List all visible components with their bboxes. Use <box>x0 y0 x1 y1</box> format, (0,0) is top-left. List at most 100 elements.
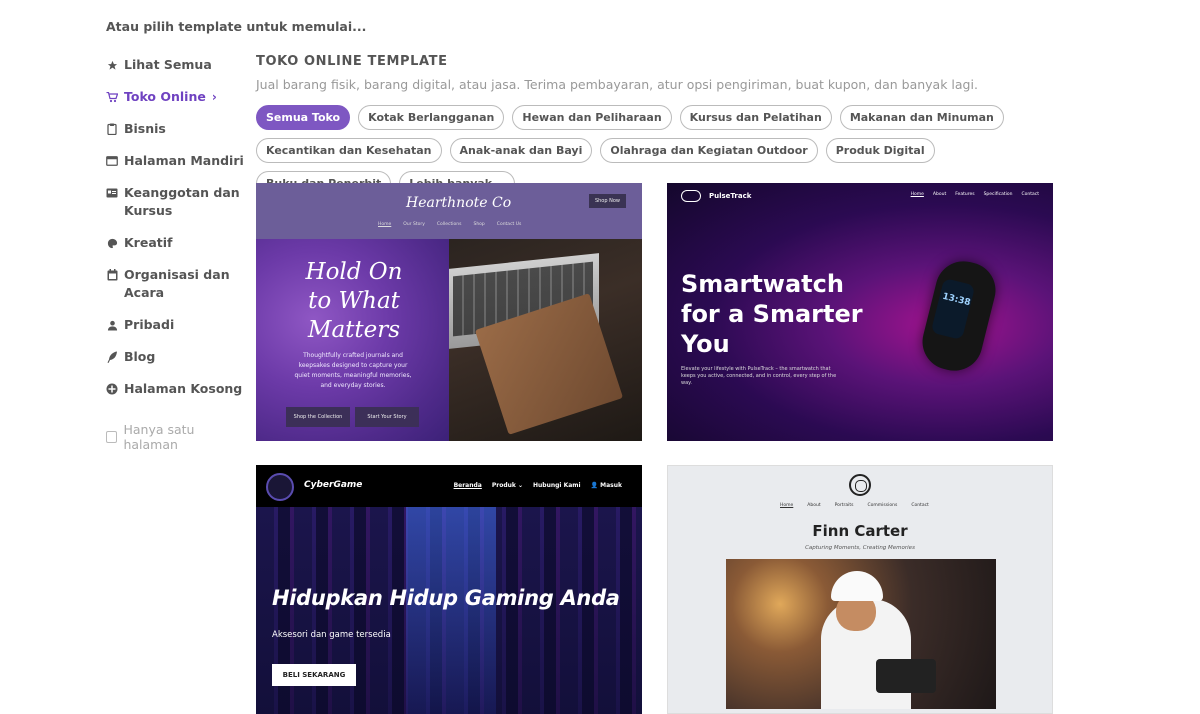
preview-brand: PulseTrack <box>709 192 752 200</box>
sidebar-item-label: Toko Online <box>124 89 206 104</box>
sidebar-item-blog[interactable]: Blog <box>106 348 246 366</box>
preview-hero-title: Hidupkan Hidup Gaming Anda <box>272 586 620 610</box>
preview-brand: CyberGame <box>304 480 363 490</box>
sidebar-item-label: Halaman Kosong <box>124 381 243 396</box>
preview-neon-glow <box>406 507 496 714</box>
calendar-icon <box>106 266 118 284</box>
chip-kursus-dan-pelatihan[interactable]: Kursus dan Pelatihan <box>679 105 832 130</box>
section-description: Jual barang fisik, barang digital, atau … <box>256 77 978 92</box>
template-card-hearthnote[interactable]: Hearthnote Co Shop Now Home Our Story Co… <box>256 183 642 441</box>
pulse-logo-icon <box>681 190 701 202</box>
camera-aperture-icon <box>849 474 871 496</box>
preview-nav-link: About <box>807 503 821 508</box>
template-card-cybergame[interactable]: CyberGame Beranda Produk ⌄ Hubungi Kami … <box>256 465 642 714</box>
preview-shop-collection-button: Shop the Collection <box>286 407 350 427</box>
preview-nav-link: Contact Us <box>496 222 522 227</box>
chip-makanan-dan-minuman[interactable]: Makanan dan Minuman <box>839 105 1004 130</box>
preview-hero-desc: Elevate your lifestyle with PulseTrack –… <box>681 366 837 386</box>
chip-kotak-berlangganan[interactable]: Kotak Berlangganan <box>358 105 505 130</box>
sidebar-item-label: Keanggotan dan Kursus <box>124 185 240 218</box>
checkbox-box[interactable] <box>106 431 118 443</box>
preview-nav-link: Collections <box>436 222 462 227</box>
preview-nav-link: Beranda <box>453 482 482 489</box>
sidebar-item-pribadi[interactable]: Pribadi <box>106 316 246 334</box>
preview-nav-link: Contact <box>1021 192 1039 197</box>
preview-nav-link: Home <box>378 222 392 227</box>
preview-nav-link: About <box>932 192 947 197</box>
preview-logo: PulseTrack <box>681 190 751 202</box>
preview-nav-link: Commissions <box>867 503 898 508</box>
preview-nav-link: Home <box>910 192 924 197</box>
single-page-label: Hanya satu halaman <box>123 422 195 452</box>
preview-shop-now-button: Shop Now <box>588 194 626 208</box>
preview-nav-links: Beranda Produk ⌄ Hubungi Kami 👤 Masuk <box>454 482 622 489</box>
chip-hewan-dan-peliharaan[interactable]: Hewan dan Peliharaan <box>512 105 672 130</box>
chevron-right-icon: › <box>211 90 217 104</box>
chip-produk-digital[interactable]: Produk Digital <box>825 138 935 163</box>
palette-icon <box>106 234 118 252</box>
sidebar-item-halaman-kosong[interactable]: Halaman Kosong <box>106 380 246 398</box>
preview-nav-links: Home About Portraits Commissions Contact <box>780 503 929 508</box>
user-icon <box>106 316 118 334</box>
preview-brand: Hearthnote Co <box>406 195 512 211</box>
sidebar-item-toko-online[interactable]: Toko Online › <box>106 88 246 106</box>
template-gallery: TOKO ONLINE TEMPLATE Jual barang fisik, … <box>256 54 1056 196</box>
sidebar-item-label: Pribadi <box>124 317 175 332</box>
preview-navbar <box>256 183 642 239</box>
preview-nav-link: Produk ⌄ <box>491 482 523 489</box>
category-sidebar: Lihat Semua Toko Online › Bisnis Halaman… <box>106 56 246 452</box>
cart-icon <box>106 88 118 106</box>
sidebar-item-lihat-semua[interactable]: Lihat Semua <box>106 56 246 74</box>
sidebar-item-label: Halaman Mandiri <box>124 153 244 168</box>
clipboard-icon <box>106 120 118 138</box>
sidebar-item-label: Kreatif <box>124 235 173 250</box>
preview-nav-link: 👤 Masuk <box>590 482 622 489</box>
preview-photographer-photo <box>726 559 996 709</box>
sidebar-item-organisasi[interactable]: Organisasi dan Acara <box>106 266 246 302</box>
preview-hero-title: Hold On to What Matters <box>305 259 403 343</box>
sidebar-item-label: Organisasi dan Acara <box>124 267 230 300</box>
person-cap <box>831 571 883 601</box>
chip-anak-anak-dan-bayi[interactable]: Anak-anak dan Bayi <box>449 138 593 163</box>
preview-tagline: Capturing Moments, Creating Memories <box>805 545 915 551</box>
camera-shape <box>876 659 936 693</box>
preview-nav-link: Portraits <box>834 503 854 508</box>
preview-nav-link: Our Story <box>403 222 425 227</box>
sidebar-item-label: Blog <box>124 349 156 364</box>
preview-journal-photo <box>449 239 642 441</box>
window-icon <box>106 152 118 170</box>
feather-icon <box>106 348 118 366</box>
gamepad-logo-icon <box>266 473 294 501</box>
sidebar-item-kreatif[interactable]: Kreatif <box>106 234 246 252</box>
preview-hero-title: Smartwatch for a Smarter You <box>681 270 863 358</box>
preview-nav-link: Hubungi Kami <box>533 482 581 489</box>
preview-start-story-button: Start Your Story <box>355 407 419 427</box>
sidebar-item-bisnis[interactable]: Bisnis <box>106 120 246 138</box>
template-card-finn-carter[interactable]: Home About Portraits Commissions Contact… <box>667 465 1053 714</box>
preview-name-title: Finn Carter <box>812 522 908 540</box>
id-card-icon <box>106 184 118 202</box>
section-title: TOKO ONLINE TEMPLATE <box>256 54 448 69</box>
single-page-checkbox[interactable]: Hanya satu halaman <box>106 412 246 452</box>
template-card-pulsetrack[interactable]: PulseTrack Home About Features Specifica… <box>667 183 1053 441</box>
preview-hero-subtitle: Aksesori dan game tersedia <box>272 630 391 640</box>
preview-nav-link: Specification <box>983 192 1013 197</box>
chip-kecantikan-dan-kesehatan[interactable]: Kecantikan dan Kesehatan <box>256 138 442 163</box>
chip-semua-toko[interactable]: Semua Toko <box>256 105 351 130</box>
star-icon <box>106 56 118 74</box>
plus-circle-icon <box>106 380 118 398</box>
sidebar-item-keanggotan[interactable]: Keanggotan dan Kursus <box>106 184 246 220</box>
preview-hero-desc: Thoughtfully crafted journals and keepsa… <box>294 352 412 389</box>
sidebar-item-halaman-mandiri[interactable]: Halaman Mandiri <box>106 152 246 170</box>
page-heading: Atau pilih template untuk memulai... <box>106 19 367 34</box>
preview-nav-link: Home <box>780 503 794 508</box>
preview-buy-now-button: BELI SEKARANG <box>272 664 356 686</box>
preview-nav-links: Home Our Story Collections Shop Contact … <box>378 222 521 227</box>
preview-nav-link: Features <box>955 192 975 197</box>
sidebar-item-label: Lihat Semua <box>124 57 212 72</box>
chip-olahraga-outdoor[interactable]: Olahraga dan Kegiatan Outdoor <box>600 138 818 163</box>
preview-nav-link: Shop <box>473 222 485 227</box>
sidebar-item-label: Bisnis <box>124 121 166 136</box>
preview-nav-links: Home About Features Specification Contac… <box>911 192 1039 197</box>
preview-nav-link: Contact <box>911 503 929 508</box>
